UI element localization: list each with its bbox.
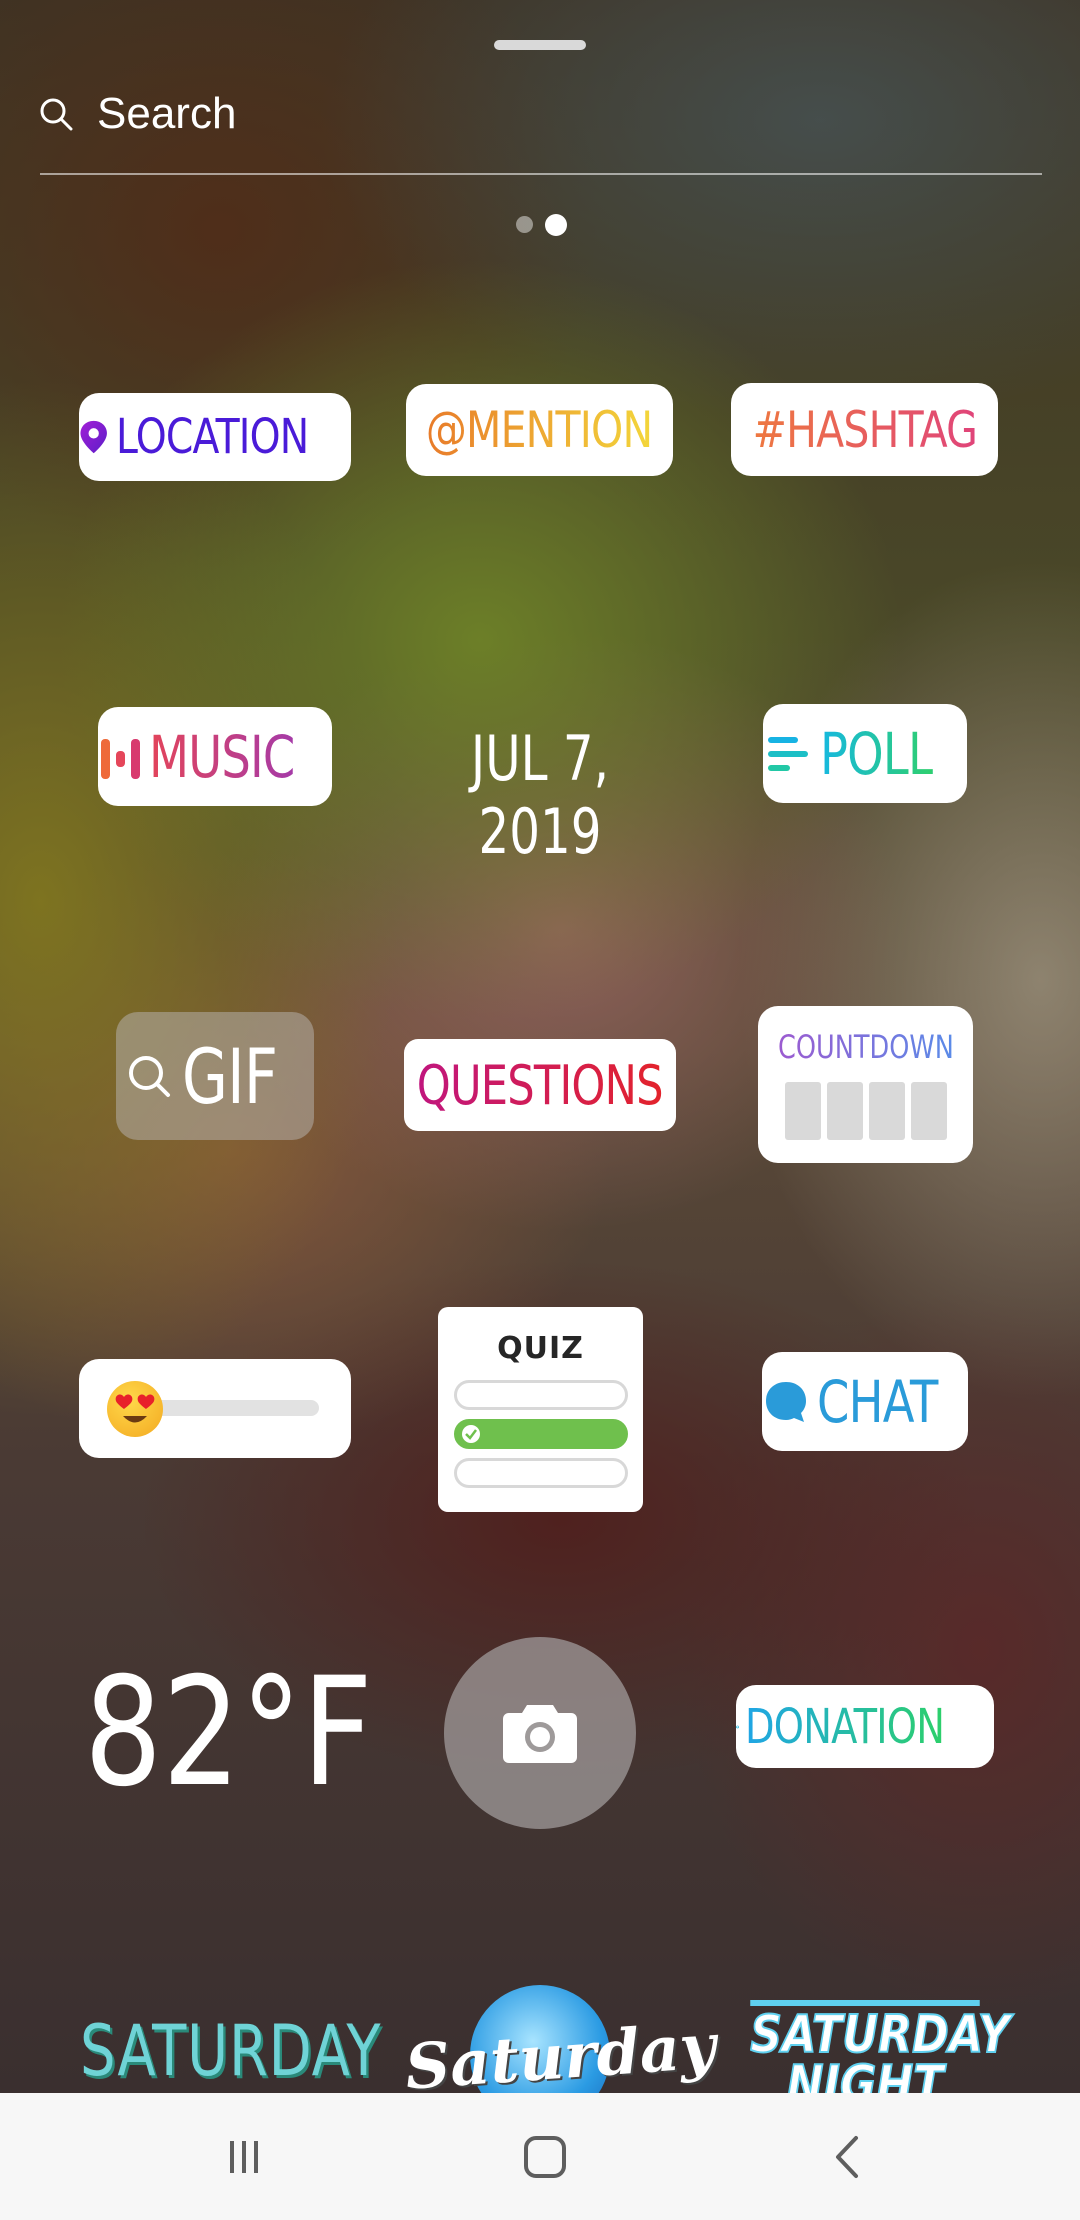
- mention-sticker[interactable]: @MENTION: [406, 384, 673, 476]
- poll-label: POLL: [820, 719, 934, 788]
- checkmark-icon: [461, 1425, 480, 1443]
- camera-icon: [503, 1705, 577, 1763]
- music-bars-icon: [101, 738, 141, 779]
- heart-eyes-emoji-icon: [107, 1381, 163, 1437]
- page-indicator-dot-2: [545, 214, 567, 236]
- gif-label: GIF: [181, 1031, 278, 1121]
- countdown-digit-box: [826, 1082, 863, 1140]
- chat-sticker[interactable]: CHAT: [762, 1352, 968, 1451]
- back-icon: [836, 2135, 858, 2178]
- quiz-label: QUIZ: [497, 1331, 584, 1366]
- countdown-label: COUNTDOWN: [777, 1028, 954, 1066]
- back-button[interactable]: [768, 2093, 928, 2220]
- page-indicator-dot-1: [516, 216, 533, 233]
- location-sticker[interactable]: LOCATION: [79, 393, 351, 481]
- location-label: LOCATION: [116, 409, 309, 465]
- search-underline: [40, 173, 1042, 175]
- poll-lines-icon: [768, 736, 809, 771]
- questions-sticker[interactable]: QUESTIONS: [404, 1039, 676, 1131]
- search-icon: [128, 1056, 170, 1097]
- countdown-digit-boxes: [784, 1082, 947, 1140]
- quiz-sticker[interactable]: QUIZ: [438, 1307, 643, 1512]
- quiz-option: [453, 1380, 628, 1410]
- chat-bubble-icon: [765, 1381, 806, 1422]
- quiz-option-correct: [453, 1419, 628, 1449]
- countdown-digit-box: [784, 1082, 821, 1140]
- drag-handle[interactable]: [494, 40, 586, 50]
- temperature-sticker[interactable]: 82°F: [84, 1648, 373, 1818]
- countdown-sticker[interactable]: COUNTDOWN: [758, 1006, 973, 1163]
- donation-label: DONATION: [745, 1698, 945, 1755]
- questions-label: QUESTIONS: [417, 1053, 664, 1117]
- hashtag-sticker[interactable]: #HASHTAG: [731, 383, 998, 476]
- chat-label: CHAT: [816, 1367, 938, 1436]
- system-navigation-bar: [0, 2093, 1080, 2220]
- home-button[interactable]: [465, 2093, 625, 2220]
- recents-icon: [230, 2140, 258, 2173]
- mention-label: @MENTION: [426, 401, 653, 459]
- countdown-digit-box: [910, 1082, 947, 1140]
- saturday-sticker-1[interactable]: SATURDAY: [80, 2010, 381, 2092]
- poll-sticker[interactable]: POLL: [763, 704, 967, 803]
- countdown-digit-box: [868, 1082, 905, 1140]
- date-sticker[interactable]: JUL 7, 2019: [415, 722, 665, 868]
- search-input[interactable]: Search: [97, 86, 236, 142]
- map-pin-icon: [80, 420, 107, 454]
- donation-sticker[interactable]: DONATION: [736, 1685, 994, 1768]
- gif-sticker[interactable]: GIF: [116, 1012, 314, 1140]
- search-icon: [40, 98, 73, 131]
- home-icon: [524, 2135, 566, 2178]
- heart-icon: [736, 1725, 739, 1728]
- hashtag-label: #HASHTAG: [752, 400, 977, 459]
- camera-button[interactable]: [444, 1637, 636, 1829]
- recents-button[interactable]: [164, 2093, 324, 2220]
- quiz-option: [453, 1458, 628, 1488]
- emoji-slider-sticker[interactable]: [79, 1359, 351, 1458]
- music-sticker[interactable]: MUSIC: [98, 707, 332, 806]
- music-label: MUSIC: [149, 722, 295, 791]
